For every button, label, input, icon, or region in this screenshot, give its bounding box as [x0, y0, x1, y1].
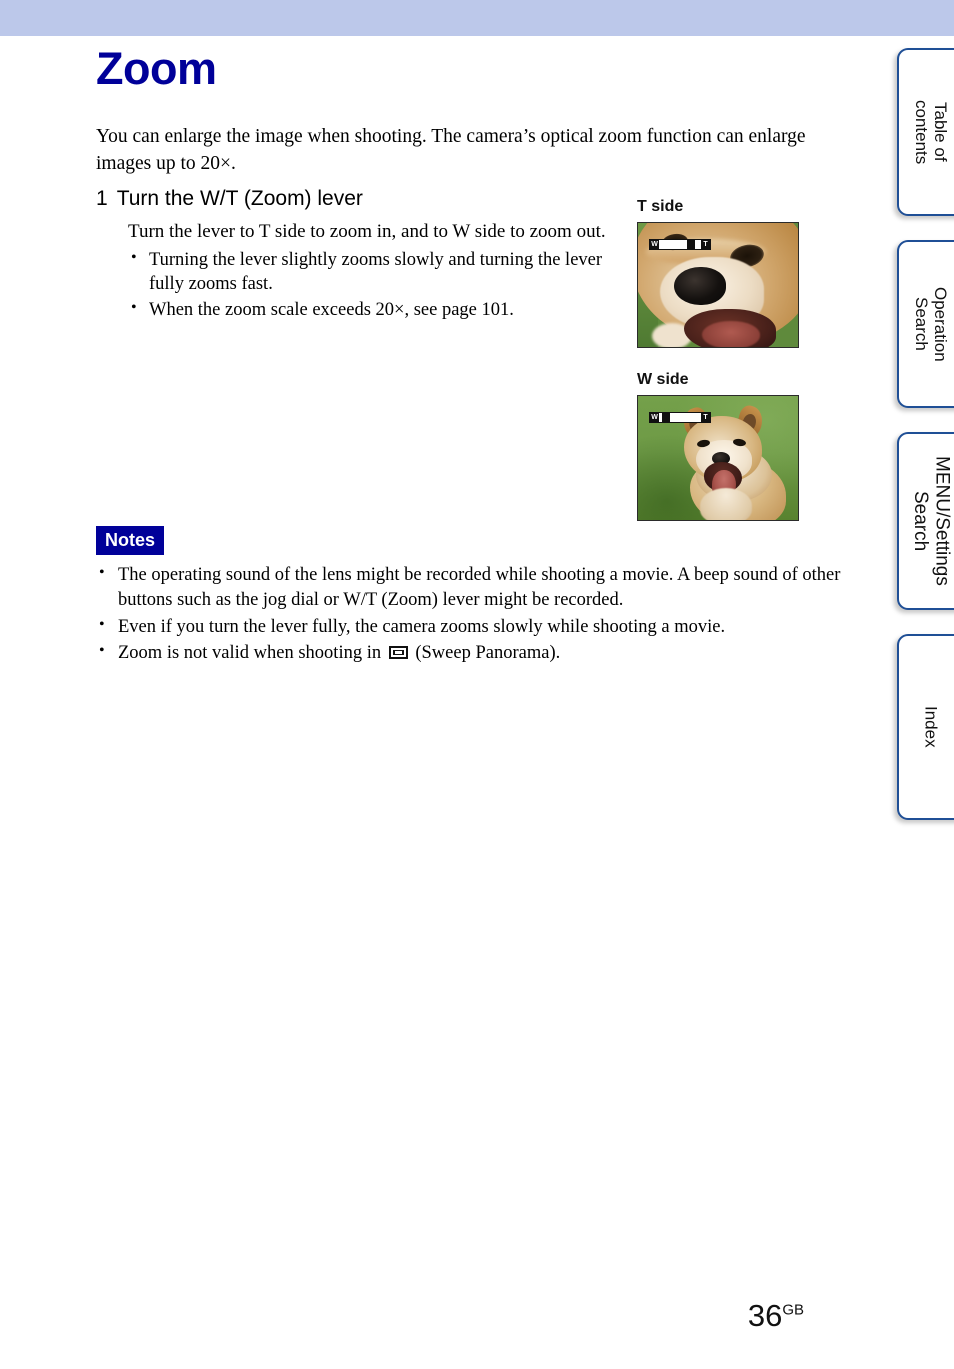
zoom-scale-bar: W T: [649, 412, 711, 423]
notes-list: The operating sound of the lens might be…: [96, 562, 856, 666]
notes-badge: Notes: [96, 526, 165, 555]
list-item: Zoom is not valid when shooting in (Swee…: [96, 640, 856, 666]
step-1-bullet-list: Turning the lever slightly zooms slowly …: [128, 247, 626, 322]
step-1-number: 1: [96, 187, 108, 210]
intro-paragraph: You can enlarge the image when shooting.…: [96, 126, 806, 174]
zoom-bar-w-cap: W: [650, 240, 659, 249]
list-item: When the zoom scale exceeds 20×, see pag…: [128, 297, 626, 322]
sample-t-side-label: T side: [637, 198, 684, 215]
zoom-bar-track: [659, 413, 701, 422]
step-1-heading-text: Turn the W/T (Zoom) lever: [116, 187, 363, 210]
sweep-panorama-icon: [388, 646, 408, 660]
sample-w-side-label: W side: [637, 371, 689, 388]
page-number-suffix: GB: [782, 1301, 804, 1319]
notes-section: Notes The operating sound of the lens mi…: [96, 526, 856, 666]
list-item: Even if you turn the lever fully, the ca…: [96, 614, 856, 640]
sidebar-item-operation-search[interactable]: Operation Search: [897, 240, 954, 408]
zoom-bar-knob: [661, 413, 670, 422]
sample-w-side: W side W T: [637, 371, 799, 521]
list-item: Turning the lever slightly zooms slowly …: [128, 247, 626, 297]
list-item: The operating sound of the lens might be…: [96, 562, 856, 613]
sample-w-side-photo: W T: [637, 395, 799, 521]
zoom-bar-track: [659, 240, 701, 249]
step-1-body: Turn the lever to T side to zoom in, and…: [96, 219, 626, 322]
zoom-bar-t-cap: T: [701, 240, 710, 249]
tab-label: MENU/Settings Search: [910, 456, 953, 586]
sample-t-side: T side W T: [637, 198, 799, 348]
note-text-prefix: Zoom is not valid when shooting in: [118, 643, 386, 664]
tab-label: Operation Search: [912, 286, 951, 362]
page-title: Zoom: [96, 43, 217, 94]
sample-t-side-photo: W T: [637, 222, 799, 348]
tab-label: Table of contents: [912, 99, 951, 165]
side-tab-rail: Table of contents Operation Search MENU/…: [888, 48, 954, 820]
zoom-bar-w-cap: W: [650, 413, 659, 422]
step-1-lead: Turn the lever to T side to zoom in, and…: [128, 221, 606, 243]
tab-label: Index: [921, 706, 941, 748]
zoom-bar-t-cap: T: [701, 413, 710, 422]
page-number-value: 36: [747, 1298, 783, 1333]
note-text-suffix: (Sweep Panorama).: [410, 643, 561, 664]
sidebar-item-table-of-contents[interactable]: Table of contents: [897, 48, 954, 216]
step-1: 1 Turn the W/T (Zoom) lever Turn the leve…: [96, 186, 626, 322]
step-1-heading: 1 Turn the W/T (Zoom) lever: [96, 186, 626, 212]
top-color-band: [0, 0, 954, 36]
sidebar-item-menu-settings-search[interactable]: MENU/Settings Search: [897, 432, 954, 610]
page-number: 36GB: [748, 1300, 804, 1331]
zoom-scale-bar: W T: [649, 239, 711, 250]
page-content: Zoom You can enlarge the image when shoo…: [0, 36, 884, 1369]
zoom-bar-knob: [686, 240, 695, 249]
sidebar-item-index[interactable]: Index: [897, 634, 954, 820]
